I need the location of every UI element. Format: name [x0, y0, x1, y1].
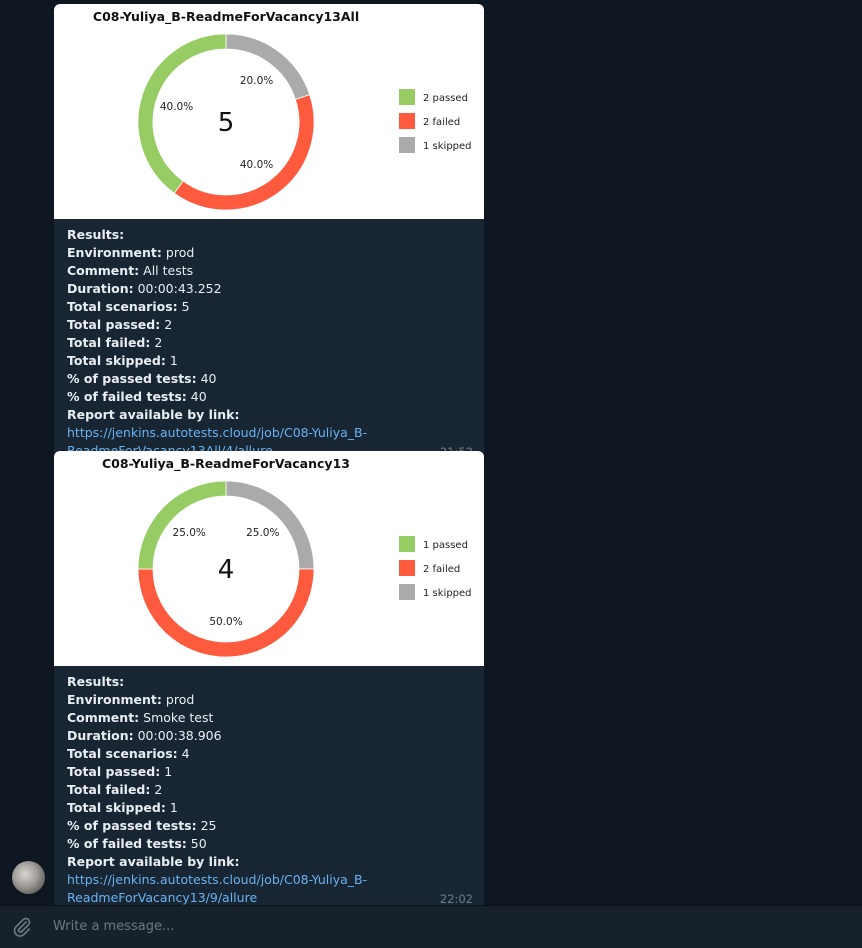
- message-caption: Results: Environment: prod Comment: All …: [54, 219, 484, 466]
- field-value: 5: [181, 299, 190, 314]
- paperclip-icon[interactable]: [11, 916, 33, 938]
- field-label: % of failed tests:: [67, 836, 187, 851]
- legend-swatch: [399, 536, 415, 552]
- chart-image[interactable]: C08-Yuliya_B-ReadmeForVacancy13All 20.0% 4…: [54, 4, 484, 219]
- message-input[interactable]: [51, 918, 835, 935]
- legend-label: 2 failed: [423, 117, 460, 128]
- field-label: Total failed:: [67, 782, 151, 797]
- chart-image[interactable]: C08-Yuliya_B-ReadmeForVacancy13 25.0% 50.0…: [54, 451, 484, 666]
- legend-swatch: [399, 89, 415, 105]
- field-value: 1: [169, 800, 178, 815]
- pie-chart: C08-Yuliya_B-ReadmeForVacancy13All 20.0% 4…: [93, 9, 472, 211]
- legend-label: 1 passed: [423, 540, 468, 551]
- field-label: Total passed:: [67, 764, 161, 779]
- field-label: Total scenarios:: [67, 299, 178, 314]
- chart-title: C08-Yuliya_B-ReadmeForVacancy13: [102, 456, 350, 472]
- field-value: 00:00:38.906: [137, 728, 222, 743]
- field-label: Total passed:: [67, 317, 161, 332]
- field-label: % of passed tests:: [67, 371, 197, 386]
- field-label: Total scenarios:: [67, 746, 178, 761]
- slice-percent-label: 20.0%: [240, 75, 273, 87]
- field-value: 4: [181, 746, 190, 761]
- field-label: Total skipped:: [67, 353, 166, 368]
- slice-percent-label: 25.0%: [246, 527, 279, 539]
- legend-swatch: [399, 137, 415, 153]
- slice-percent-label: 40.0%: [240, 159, 273, 171]
- legend-label: 2 failed: [423, 564, 460, 575]
- field-label: Duration:: [67, 728, 134, 743]
- avatar[interactable]: [12, 861, 45, 894]
- field-value: 1: [164, 764, 173, 779]
- message-caption: Results: Environment: prod Comment: Smok…: [54, 666, 484, 913]
- message-bubble[interactable]: C08-Yuliya_B-ReadmeForVacancy13All 20.0% 4…: [54, 4, 484, 466]
- chart-title: C08-Yuliya_B-ReadmeForVacancy13All: [93, 9, 359, 25]
- pie-slice-failed: [173, 94, 315, 211]
- pie-slice-skipped: [225, 480, 315, 570]
- field-value: prod: [165, 692, 195, 707]
- slice-percent-label: 40.0%: [160, 101, 193, 113]
- legend-label: 1 skipped: [423, 141, 472, 152]
- field-label: Comment:: [67, 710, 140, 725]
- link-label: Report available by link:: [67, 407, 240, 422]
- field-label: Comment:: [67, 263, 140, 278]
- field-value: 2: [154, 335, 163, 350]
- pie-slice-passed: [137, 480, 227, 570]
- slice-percent-label: 50.0%: [209, 616, 242, 628]
- legend-label: 1 skipped: [423, 588, 472, 599]
- pie-slice-skipped: [225, 33, 311, 100]
- link-label: Report available by link:: [67, 854, 240, 869]
- field-label: Environment:: [67, 245, 162, 260]
- field-label: Duration:: [67, 281, 134, 296]
- pie-slice-passed: [137, 33, 227, 194]
- field-value: Smoke test: [143, 710, 214, 725]
- message-composer: [0, 905, 862, 948]
- field-label: Total skipped:: [67, 800, 166, 815]
- report-link[interactable]: https://jenkins.autotests.cloud/job/C08-…: [67, 872, 367, 905]
- field-label: % of passed tests:: [67, 818, 197, 833]
- legend-label: 2 passed: [423, 93, 468, 104]
- field-label: Total failed:: [67, 335, 151, 350]
- field-value: 25: [200, 818, 217, 833]
- field-value: 1: [169, 353, 178, 368]
- pie-chart: C08-Yuliya_B-ReadmeForVacancy13 25.0% 50.0…: [102, 456, 472, 658]
- field-label: % of failed tests:: [67, 389, 187, 404]
- center-total-label: 5: [218, 108, 235, 138]
- field-value: 00:00:43.252: [137, 281, 222, 296]
- legend-swatch: [399, 584, 415, 600]
- results-label: Results:: [67, 674, 125, 689]
- field-value: All tests: [143, 263, 194, 278]
- field-value: 2: [164, 317, 173, 332]
- center-total-label: 4: [218, 555, 235, 585]
- slice-percent-label: 25.0%: [173, 527, 206, 539]
- legend-swatch: [399, 113, 415, 129]
- field-value: prod: [165, 245, 195, 260]
- field-value: 40: [200, 371, 217, 386]
- field-label: Environment:: [67, 692, 162, 707]
- chat-history[interactable]: C08-Yuliya_B-ReadmeForVacancy13All 20.0% 4…: [0, 0, 862, 913]
- field-value: 50: [190, 836, 207, 851]
- field-value: 40: [190, 389, 207, 404]
- results-label: Results:: [67, 227, 125, 242]
- legend-swatch: [399, 560, 415, 576]
- field-value: 2: [154, 782, 163, 797]
- message-bubble[interactable]: C08-Yuliya_B-ReadmeForVacancy13 25.0% 50.0…: [54, 451, 484, 913]
